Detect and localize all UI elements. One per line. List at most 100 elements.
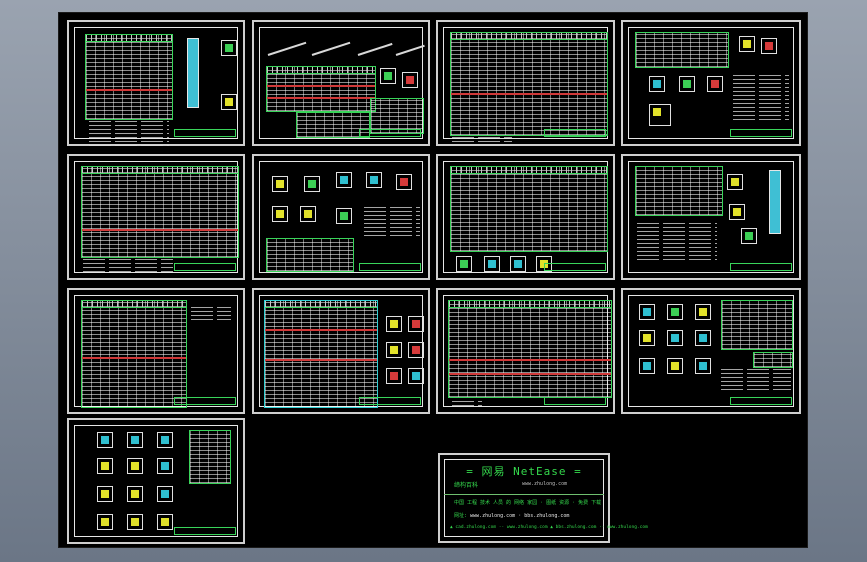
section-detail: [386, 342, 402, 358]
general-notes: [452, 134, 512, 142]
sheet-6-foundation-details[interactable]: [252, 154, 430, 280]
title-block: [174, 397, 236, 405]
section-detail: [157, 432, 173, 448]
section-detail: [707, 76, 723, 92]
section-detail: [649, 76, 665, 92]
section-detail: [456, 256, 472, 272]
section-detail: [408, 368, 424, 384]
schedule-table: [721, 300, 793, 350]
title-block: [359, 397, 421, 405]
banner-url: www.zhulong.com: [522, 481, 568, 487]
schedule-table: [635, 32, 729, 68]
section-detail: [695, 358, 711, 374]
title-block: [544, 397, 606, 405]
column-detail: [187, 38, 199, 108]
section-detail: [272, 206, 288, 222]
section-detail: [639, 358, 655, 374]
section-detail: [695, 330, 711, 346]
section-detail: [667, 304, 683, 320]
section-detail: [667, 330, 683, 346]
section-detail: [741, 228, 757, 244]
section-detail: [402, 72, 418, 88]
section-detail: [510, 256, 526, 272]
section-detail: [695, 304, 711, 320]
section-detail: [127, 514, 143, 530]
section-detail: [157, 458, 173, 474]
sheet-11-schedule-table[interactable]: [436, 288, 615, 414]
stair-flight: [357, 42, 393, 56]
section-detail: [97, 458, 113, 474]
sheet-1-table-with-column-detail[interactable]: [67, 20, 245, 146]
section-detail: [272, 176, 288, 192]
general-notes: [191, 304, 231, 320]
title-block: [359, 263, 421, 271]
schedule-table: [264, 300, 378, 408]
schedule-table: [450, 32, 608, 136]
general-notes: [733, 72, 789, 120]
section-detail: [739, 36, 755, 52]
schedule-table: [266, 66, 376, 112]
section-detail: [304, 176, 320, 192]
stair-flight: [267, 41, 307, 56]
stair-flight: [311, 41, 351, 56]
schedule-table: [189, 430, 231, 484]
sheet-10-schedule-with-details[interactable]: [252, 288, 430, 414]
banner-text-line: 网址: www.zhulong.com · bbs.zhulong.com: [454, 512, 569, 519]
section-detail: [727, 174, 743, 190]
sheet-7-schedule-with-details[interactable]: [436, 154, 615, 280]
title-block: [730, 397, 792, 405]
schedule-table: [266, 238, 354, 272]
netease-info-banner: = 网易 NetEase = 缔构百科 www.zhulong.com 中国 工…: [438, 453, 648, 543]
section-detail: [396, 174, 412, 190]
title-block: [730, 263, 792, 271]
schedule-table: [450, 166, 608, 252]
section-detail: [380, 68, 396, 84]
general-notes: [637, 222, 717, 260]
section-detail: [221, 94, 237, 110]
section-detail: [97, 514, 113, 530]
title-block: [174, 129, 236, 137]
sheet-13-joint-details[interactable]: [67, 418, 245, 544]
title-block: [544, 263, 606, 271]
section-detail: [484, 256, 500, 272]
stair-flight: [395, 44, 425, 56]
section-detail: [639, 330, 655, 346]
banner-label: 网址:: [454, 513, 468, 519]
schedule-table: [448, 300, 612, 398]
section-detail: [386, 316, 402, 332]
section-detail: [97, 432, 113, 448]
sheet-9-schedule-table[interactable]: [67, 288, 245, 414]
banner-text-line: 中国 工程 技术 人员 的 网络 家园 · 图纸 资源 · 免费 下载: [454, 500, 602, 506]
sheet-8-column-section[interactable]: [621, 154, 801, 280]
title-block: [544, 129, 606, 137]
schedule-table: [635, 166, 723, 216]
title-block: [174, 527, 236, 535]
sheet-2-stair-details[interactable]: [252, 20, 430, 146]
section-detail: [679, 76, 695, 92]
general-notes: [452, 398, 482, 406]
sheet-3-schedule-table[interactable]: [436, 20, 615, 146]
pile-cap-plan: [649, 104, 671, 126]
cad-model-viewport[interactable]: = 网易 NetEase = 缔构百科 www.zhulong.com 中国 工…: [58, 12, 808, 548]
section-detail: [127, 432, 143, 448]
title-block: [730, 129, 792, 137]
sheet-5-schedule-table[interactable]: [67, 154, 245, 280]
general-notes: [83, 258, 173, 272]
sheet-4-pile-details[interactable]: [621, 20, 801, 146]
schedule-table: [81, 166, 239, 258]
section-detail: [729, 204, 745, 220]
sheet-12-joint-details[interactable]: [621, 288, 801, 414]
schedule-table: [81, 300, 187, 408]
section-detail: [221, 40, 237, 56]
banner-divider: [444, 494, 604, 495]
column-detail: [769, 170, 781, 234]
section-detail: [336, 208, 352, 224]
banner-text-line: ▲ cad.zhulong.com ·· www.zhulong.com ▲ b…: [450, 525, 648, 530]
section-detail: [639, 304, 655, 320]
section-detail: [408, 316, 424, 332]
general-notes: [364, 206, 420, 236]
section-detail: [97, 486, 113, 502]
schedule-table: [85, 34, 173, 120]
section-detail: [667, 358, 683, 374]
banner-subtitle: 缔构百科: [454, 482, 479, 489]
